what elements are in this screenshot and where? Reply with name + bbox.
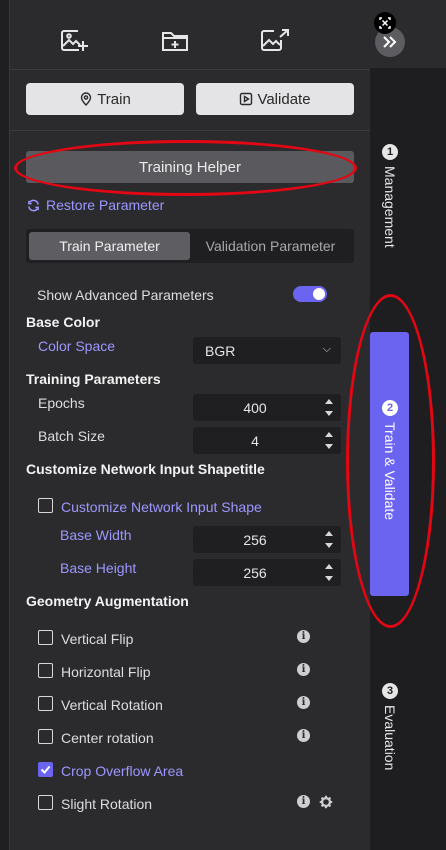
parameter-tabs: Train Parameter Validation Parameter	[26, 229, 354, 263]
batch-size-label: Batch Size	[38, 428, 105, 444]
batch-size-value: 4	[251, 433, 259, 449]
info-icon[interactable]: i	[297, 696, 310, 709]
tab-train-parameter[interactable]: Train Parameter	[29, 232, 190, 260]
restore-parameter-link[interactable]: Restore Parameter	[27, 197, 164, 213]
training-helper-label: Training Helper	[139, 158, 241, 176]
crop-overflow-label: Crop Overflow Area	[61, 763, 184, 779]
epochs-label: Epochs	[38, 395, 85, 411]
horizontal-flip-checkbox[interactable]	[38, 663, 53, 678]
stepper-arrows-icon[interactable]	[324, 529, 334, 550]
base-height-label: Base Height	[60, 560, 137, 576]
geometry-augmentation-title: Geometry Augmentation	[26, 593, 189, 609]
rail-tab-evaluation[interactable]: 3 Evaluation	[370, 683, 410, 770]
center-rotation-label: Center rotation	[61, 730, 154, 746]
slight-rotation-label: Slight Rotation	[61, 796, 153, 812]
step-number-badge: 2	[382, 400, 398, 416]
tab-validation-parameter[interactable]: Validation Parameter	[190, 232, 351, 260]
validate-button[interactable]: Validate	[196, 83, 354, 115]
color-space-value: BGR	[205, 343, 236, 359]
color-space-label: Color Space	[38, 338, 116, 354]
training-helper-button[interactable]: Training Helper	[26, 151, 354, 183]
horizontal-flip-label: Horizontal Flip	[61, 664, 151, 680]
center-rotation-checkbox[interactable]	[38, 729, 53, 744]
checkmark-icon	[40, 765, 51, 774]
color-space-select[interactable]: BGR ⌵	[193, 337, 341, 364]
stepper-arrows-icon[interactable]	[324, 397, 334, 418]
rail-tab-management[interactable]: 1 Management	[370, 144, 410, 248]
base-color-title: Base Color	[26, 314, 100, 330]
show-advanced-toggle[interactable]	[293, 286, 327, 302]
rail-tab-train-validate[interactable]: 2 Train & Validate	[370, 400, 410, 520]
close-button[interactable]	[374, 12, 396, 34]
train-button-label: Train	[97, 90, 131, 108]
play-square-icon	[240, 92, 253, 106]
section-divider	[10, 130, 370, 131]
show-advanced-label: Show Advanced Parameters	[37, 287, 214, 303]
customize-input-shape-checkbox[interactable]	[38, 498, 53, 513]
stepper-arrows-icon[interactable]	[324, 562, 334, 583]
rail-tab-label: Management	[382, 166, 398, 248]
info-icon[interactable]: i	[297, 729, 310, 742]
toolbar	[10, 0, 370, 70]
restore-parameter-label: Restore Parameter	[46, 197, 165, 213]
epochs-stepper[interactable]: 400	[193, 394, 341, 421]
tab-train-parameter-label: Train Parameter	[59, 238, 160, 254]
step-number-badge: 3	[382, 683, 398, 699]
step-number-badge: 1	[382, 144, 398, 160]
network-input-shape-title: Customize Network Input Shapetitle	[26, 461, 265, 477]
stepper-arrows-icon[interactable]	[324, 430, 334, 451]
parameter-panel	[10, 0, 370, 850]
validate-button-label: Validate	[257, 90, 311, 108]
base-height-stepper[interactable]: 256	[193, 559, 341, 586]
customize-input-shape-label: Customize Network Input Shape	[61, 499, 262, 515]
vertical-flip-checkbox[interactable]	[38, 630, 53, 645]
base-width-value: 256	[243, 532, 267, 548]
base-height-value: 256	[243, 565, 267, 581]
tab-validation-parameter-label: Validation Parameter	[205, 238, 336, 254]
train-button[interactable]: Train	[26, 83, 184, 115]
rail-tab-label: Evaluation	[382, 705, 398, 771]
info-icon[interactable]: i	[297, 663, 310, 676]
vertical-rotation-checkbox[interactable]	[38, 696, 53, 711]
crop-overflow-checkbox[interactable]	[38, 762, 53, 777]
epochs-value: 400	[243, 400, 267, 416]
close-box-icon	[379, 17, 391, 29]
gear-icon[interactable]	[318, 794, 334, 810]
slight-rotation-checkbox[interactable]	[38, 795, 53, 810]
export-image-icon[interactable]	[260, 28, 290, 54]
add-image-icon[interactable]	[60, 28, 90, 54]
training-parameters-title: Training Parameters	[26, 371, 161, 387]
batch-size-stepper[interactable]: 4	[193, 427, 341, 454]
toggle-knob	[313, 288, 325, 300]
location-pin-icon	[80, 92, 92, 106]
base-width-label: Base Width	[60, 527, 132, 543]
chevron-down-icon: ⌵	[322, 343, 331, 355]
base-width-stepper[interactable]: 256	[193, 526, 341, 553]
add-folder-icon[interactable]	[160, 28, 190, 54]
vertical-rotation-label: Vertical Rotation	[61, 697, 163, 713]
rail-tab-label: Train & Validate	[382, 422, 398, 521]
info-icon[interactable]: i	[297, 795, 310, 808]
info-icon[interactable]: i	[297, 630, 310, 643]
vertical-flip-label: Vertical Flip	[61, 631, 134, 647]
refresh-icon	[28, 199, 39, 211]
left-edge-strip	[0, 0, 10, 850]
